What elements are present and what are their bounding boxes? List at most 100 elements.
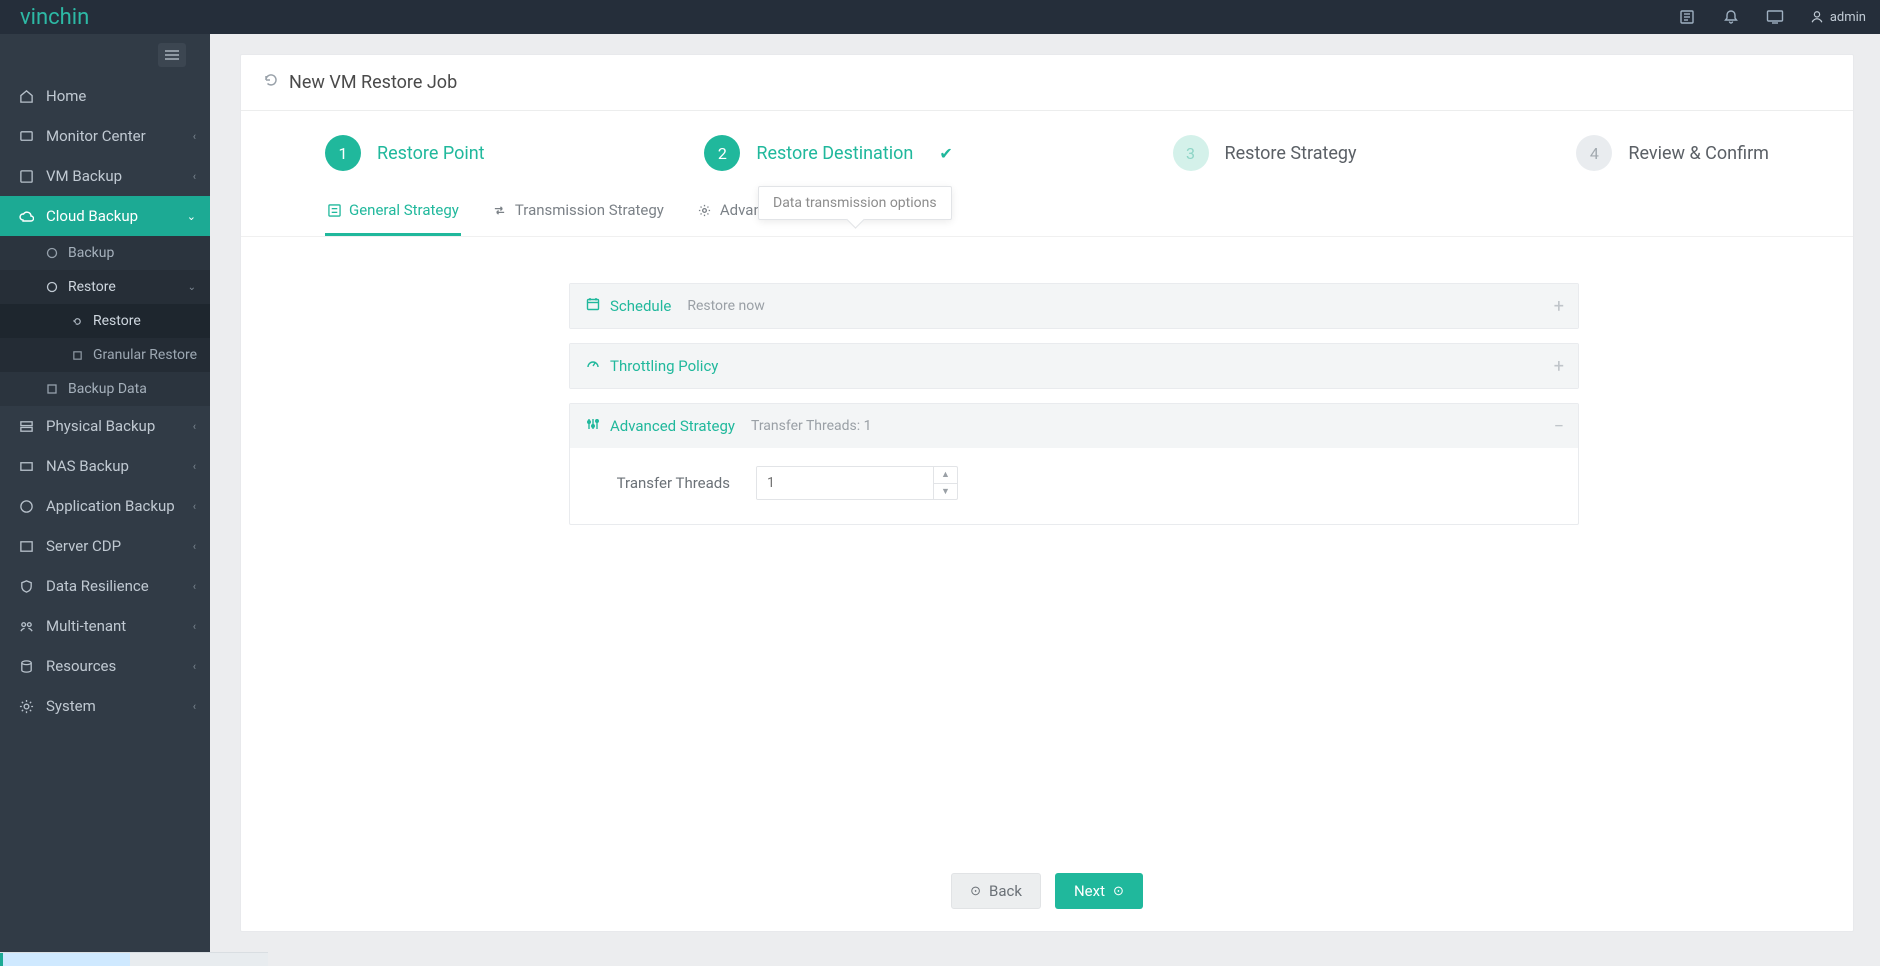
- card-schedule: Schedule Restore now +: [569, 283, 1579, 329]
- back-button[interactable]: ⊙ Back: [951, 873, 1041, 909]
- tab-general-strategy[interactable]: General Strategy: [325, 189, 461, 236]
- plus-icon: +: [1554, 296, 1564, 317]
- sidebar-item-cloud-backup[interactable]: Cloud Backup ⌄: [0, 196, 210, 236]
- nas-icon: [18, 458, 34, 474]
- sidebar-item-label: NAS Backup: [46, 457, 129, 475]
- sidebar-item-label: Multi-tenant: [46, 617, 126, 635]
- restore-submenu: Restore Granular Restore: [0, 304, 210, 372]
- resilience-icon: [18, 578, 34, 594]
- spinner-down[interactable]: ▼: [934, 484, 957, 500]
- sidebar-item-application-backup[interactable]: Application Backup ‹: [0, 486, 210, 526]
- sidebar-item-restore-sub[interactable]: Restore: [0, 304, 210, 338]
- arrow-left-icon: ⊙: [970, 884, 981, 899]
- tenant-icon: [18, 618, 34, 634]
- cloud-backup-submenu: Backup Restore ⌄ Restore Granular Restor…: [0, 236, 210, 406]
- sidebar-item-restore[interactable]: Restore ⌄: [0, 270, 210, 304]
- chevron-down-icon: ⌄: [188, 282, 196, 293]
- sidebar-item-resources[interactable]: Resources ‹: [0, 646, 210, 686]
- chevron-left-icon: ‹: [193, 170, 196, 183]
- sidebar-item-label: Application Backup: [46, 497, 175, 515]
- card-throttling: Throttling Policy +: [569, 343, 1579, 389]
- card-throttling-header[interactable]: Throttling Policy +: [570, 344, 1578, 388]
- chevron-left-icon: ‹: [193, 660, 196, 673]
- stepper: 1 Restore Point 2 Restore Destination ✔ …: [241, 111, 1853, 189]
- sidebar-item-home[interactable]: Home: [0, 76, 210, 116]
- transfer-threads-field[interactable]: [757, 467, 933, 499]
- chevron-left-icon: ‹: [193, 540, 196, 553]
- button-label: Back: [989, 882, 1022, 900]
- spinner-up[interactable]: ▲: [934, 467, 957, 484]
- sidebar-item-server-cdp[interactable]: Server CDP ‹: [0, 526, 210, 566]
- bell-icon[interactable]: [1722, 8, 1740, 26]
- sidebar-item-physical-backup[interactable]: Physical Backup ‹: [0, 406, 210, 446]
- sidebar-item-system[interactable]: System ‹: [0, 686, 210, 726]
- server-icon: [18, 418, 34, 434]
- chevron-left-icon: ‹: [193, 580, 196, 593]
- page-title-text: New VM Restore Job: [289, 72, 457, 93]
- sidebar-toggle[interactable]: [158, 43, 186, 67]
- cloud-icon: [18, 208, 34, 224]
- tab-transmission-strategy[interactable]: Transmission Strategy: [491, 189, 666, 236]
- sidebar-item-label: Server CDP: [46, 537, 121, 555]
- gear-icon: [18, 698, 34, 714]
- monitor-icon[interactable]: [1766, 8, 1784, 26]
- sidebar-item-data-resilience[interactable]: Data Resilience ‹: [0, 566, 210, 606]
- sidebar-item-label: Cloud Backup: [46, 207, 138, 225]
- sidebar-item-multi-tenant[interactable]: Multi-tenant ‹: [0, 606, 210, 646]
- topbar: vinchin admin: [0, 0, 1880, 34]
- step-label: Restore Strategy: [1225, 143, 1357, 164]
- step-restore-strategy[interactable]: 3 Restore Strategy: [1173, 135, 1357, 171]
- app-icon: [18, 498, 34, 514]
- sliders-icon: [586, 417, 600, 435]
- step-number: 3: [1173, 135, 1209, 171]
- vm-backup-icon: [18, 168, 34, 184]
- card-title: Throttling Policy: [610, 357, 718, 375]
- sidebar-item-label: Home: [46, 87, 86, 105]
- sidebar-item-backup[interactable]: Backup: [0, 236, 210, 270]
- sidebar-item-label: System: [46, 697, 96, 715]
- resources-icon: [18, 658, 34, 674]
- list-icon: [327, 203, 341, 217]
- sidebar-item-backup-data[interactable]: Backup Data: [0, 372, 210, 406]
- main-panel: New VM Restore Job 1 Restore Point 2 Res…: [240, 54, 1854, 932]
- sidebar-item-vm-backup[interactable]: VM Backup ‹: [0, 156, 210, 196]
- card-subtitle: Transfer Threads: 1: [751, 418, 872, 434]
- chevron-left-icon: ‹: [193, 420, 196, 433]
- card-subtitle: Restore now: [687, 298, 764, 314]
- step-restore-destination[interactable]: 2 Restore Destination ✔: [704, 135, 952, 171]
- transfer-threads-input[interactable]: ▲ ▼: [756, 466, 958, 500]
- transfer-threads-label: Transfer Threads: [590, 474, 730, 492]
- next-button[interactable]: Next ⊙: [1055, 873, 1143, 909]
- sidebar: Home Monitor Center ‹ VM Backup ‹ Cloud …: [0, 34, 210, 966]
- sidebar-item-label: Resources: [46, 657, 116, 675]
- card-schedule-header[interactable]: Schedule Restore now +: [570, 284, 1578, 328]
- sidebar-item-monitor-center[interactable]: Monitor Center ‹: [0, 116, 210, 156]
- sidebar-item-nas-backup[interactable]: NAS Backup ‹: [0, 446, 210, 486]
- step-review-confirm[interactable]: 4 Review & Confirm: [1576, 135, 1769, 171]
- sidebar-item-granular-restore[interactable]: Granular Restore: [0, 338, 210, 372]
- sidebar-item-label: Restore: [93, 313, 141, 329]
- card-advanced-strategy: Advanced Strategy Transfer Threads: 1 − …: [569, 403, 1579, 525]
- sidebar-item-label: Backup Data: [68, 381, 147, 397]
- tooltip: Data transmission options: [758, 186, 952, 220]
- step-restore-point[interactable]: 1 Restore Point: [325, 135, 485, 171]
- notes-icon[interactable]: [1678, 8, 1696, 26]
- sidebar-item-label: Granular Restore: [93, 347, 197, 363]
- sidebar-item-label: Physical Backup: [46, 417, 155, 435]
- card-advanced-header[interactable]: Advanced Strategy Transfer Threads: 1 −: [570, 404, 1578, 448]
- gear-icon: [698, 203, 712, 217]
- reload-icon[interactable]: [263, 72, 279, 93]
- user-menu[interactable]: admin: [1810, 10, 1866, 25]
- wizard-footer: ⊙ Back Next ⊙: [241, 851, 1853, 931]
- card-title: Advanced Strategy: [610, 417, 735, 435]
- arrow-right-icon: ⊙: [1113, 884, 1124, 899]
- step-number: 2: [704, 135, 740, 171]
- chevron-left-icon: ‹: [193, 620, 196, 633]
- page-title: New VM Restore Job: [241, 55, 1853, 111]
- minus-icon: −: [1554, 416, 1564, 437]
- topbar-right: admin: [1678, 8, 1866, 26]
- chevron-left-icon: ‹: [193, 130, 196, 143]
- chevron-left-icon: ‹: [193, 700, 196, 713]
- sidebar-item-label: VM Backup: [46, 167, 122, 185]
- strategy-tabs: General Strategy Transmission Strategy A…: [241, 189, 1853, 237]
